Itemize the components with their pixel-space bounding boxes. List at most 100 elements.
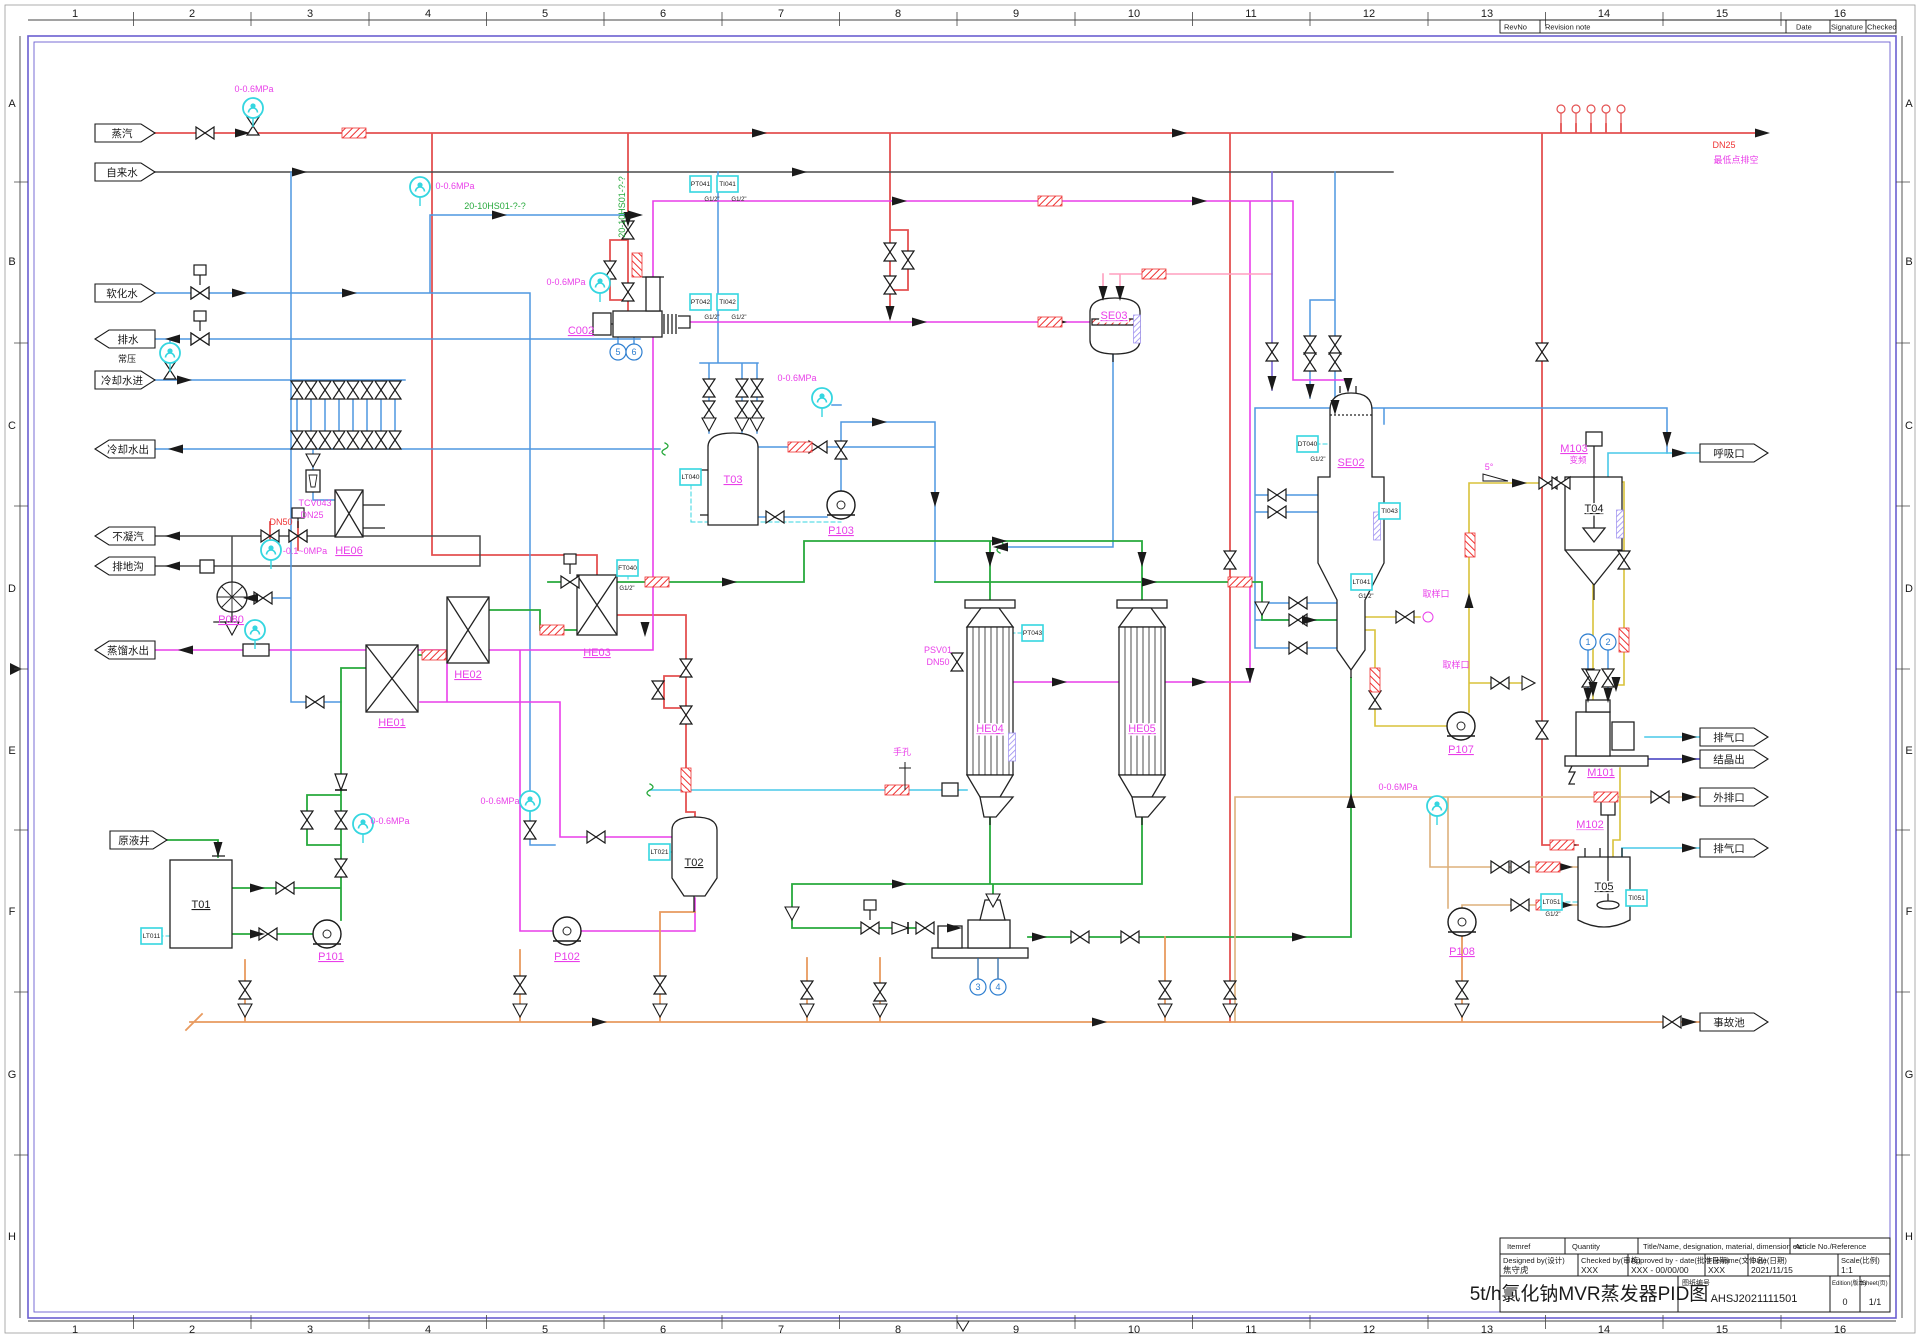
flag-label: 排水 — [118, 333, 139, 346]
label-p102: P102 — [554, 951, 580, 963]
valve-symbol — [703, 401, 715, 419]
grid-col: 11 — [1245, 1324, 1256, 1336]
arrow-symbol — [1663, 432, 1672, 447]
grid-col: 4 — [425, 8, 431, 20]
plate-hx-he06 — [335, 490, 385, 537]
size-label: G1/2" — [704, 315, 719, 321]
revision-date-header: Date — [1796, 23, 1812, 32]
valve-symbol — [1552, 477, 1570, 489]
grid-row: B — [1905, 256, 1912, 268]
funnel-symbol — [653, 1004, 667, 1017]
valve-symbol — [301, 811, 313, 829]
arrow-symbol — [168, 445, 183, 454]
valve-symbol — [1491, 677, 1509, 689]
shell-tube-hx-he05 — [1117, 600, 1167, 825]
tie-point-4: 4 — [995, 982, 1000, 992]
strainer — [200, 560, 214, 573]
instrument-tag: LT040 — [682, 474, 700, 481]
hatch-symbol — [1038, 317, 1062, 327]
grid-col: 4 — [425, 1324, 431, 1336]
valve-symbol — [389, 381, 401, 399]
valve-symbol — [1071, 931, 1089, 943]
arrow-symbol — [1672, 449, 1687, 458]
arrow-symbol — [342, 289, 357, 298]
note-psv-size: DN50 — [926, 657, 949, 667]
valve-symbol — [1289, 597, 1307, 609]
valve-symbol — [191, 333, 209, 345]
valve-symbol — [291, 431, 303, 449]
hatch-symbol — [788, 442, 812, 452]
grid-row: C — [1905, 420, 1913, 432]
flow-element — [243, 644, 269, 656]
arrow-symbol — [232, 289, 247, 298]
grid-col: 13 — [1481, 8, 1493, 20]
valve-symbol — [319, 381, 331, 399]
note-line-spec: 20-10HS01-?-? — [464, 201, 526, 211]
arrow-symbol — [1344, 378, 1353, 393]
note-pressure: 0-0.6MPa — [234, 84, 273, 94]
valve-symbol — [1456, 981, 1468, 999]
grid-col: 2 — [189, 1324, 195, 1336]
valve-symbol — [361, 431, 373, 449]
arrow-symbol — [752, 129, 767, 138]
drawing-title: 5t/h氯化钠MVR蒸发器PID图 — [1470, 1283, 1709, 1305]
valve-symbol — [680, 659, 692, 677]
valve-symbol — [1396, 611, 1414, 623]
act-symbol — [194, 311, 206, 331]
arrow-symbol — [1682, 733, 1697, 742]
tb-designed-label: Designed by(设计) — [1503, 1255, 1565, 1265]
valve-symbol — [561, 576, 579, 588]
valve-symbol — [1369, 691, 1381, 709]
gauge-symbol — [410, 177, 430, 206]
valve-symbol — [951, 653, 963, 671]
gauge-symbol — [812, 388, 832, 417]
instrument-tag: PT042 — [691, 299, 711, 306]
arrow-symbol — [1302, 616, 1317, 625]
grid-col: 6 — [660, 1324, 666, 1336]
valve-symbol — [1304, 353, 1316, 371]
vent-symbol — [1602, 105, 1610, 124]
tb-designed-value: 焦守虎 — [1503, 1265, 1529, 1275]
act-symbol — [564, 554, 576, 574]
valve-symbol — [703, 379, 715, 397]
cooling-water-lines — [155, 172, 1667, 845]
grid-col: 16 — [1834, 8, 1846, 20]
flag-label: 排气口 — [1713, 842, 1745, 855]
arrow-symbol — [892, 197, 907, 206]
note-sample-port: 取样口 — [1442, 659, 1469, 670]
funnel-symbol — [513, 1004, 527, 1017]
valve-symbol — [1224, 551, 1236, 569]
valve-symbol — [1618, 551, 1630, 569]
flag-label: 外排口 — [1713, 791, 1745, 804]
title-block: Itemref Quantity Title/Name, designation… — [1470, 1238, 1890, 1312]
label-m103-mode: 变频 — [1569, 455, 1587, 465]
revision-note-header: Revision note — [1545, 23, 1590, 32]
arrow-symbol — [1192, 678, 1207, 687]
tb-filename-value: XXX — [1708, 1265, 1725, 1275]
arrow-symbol — [292, 168, 307, 177]
valve-symbol — [736, 379, 748, 397]
arrow-symbol — [178, 646, 193, 655]
label-m102: M102 — [1576, 819, 1604, 831]
flag-soft-water-in: 软化水 — [95, 284, 155, 302]
grid-col: 11 — [1245, 8, 1256, 20]
hatch-symbol — [681, 768, 691, 792]
instrument-tag: TI042 — [719, 299, 736, 306]
funnel-symbol — [306, 454, 320, 467]
valve-symbol — [276, 882, 294, 894]
arrow-symbol — [1192, 197, 1207, 206]
valve-symbol — [751, 379, 763, 397]
valve-symbol — [884, 276, 896, 294]
valve-symbol — [196, 127, 214, 139]
instrument-tag: LT011 — [143, 933, 161, 940]
note-low-point-size: DN25 — [1712, 140, 1735, 150]
funnel-symbol — [800, 1004, 814, 1017]
valve-symbol — [1304, 336, 1316, 354]
valve-symbol — [1511, 899, 1529, 911]
size-label: G1/2" — [1358, 594, 1373, 600]
flag-drain-out: 排水常压 — [95, 330, 155, 364]
flag-raw-liquor-in: 原液井 — [110, 831, 167, 849]
arrow-symbol — [1092, 1018, 1107, 1027]
grid-row: A — [1905, 98, 1913, 110]
phatch-symbol — [1134, 315, 1141, 343]
